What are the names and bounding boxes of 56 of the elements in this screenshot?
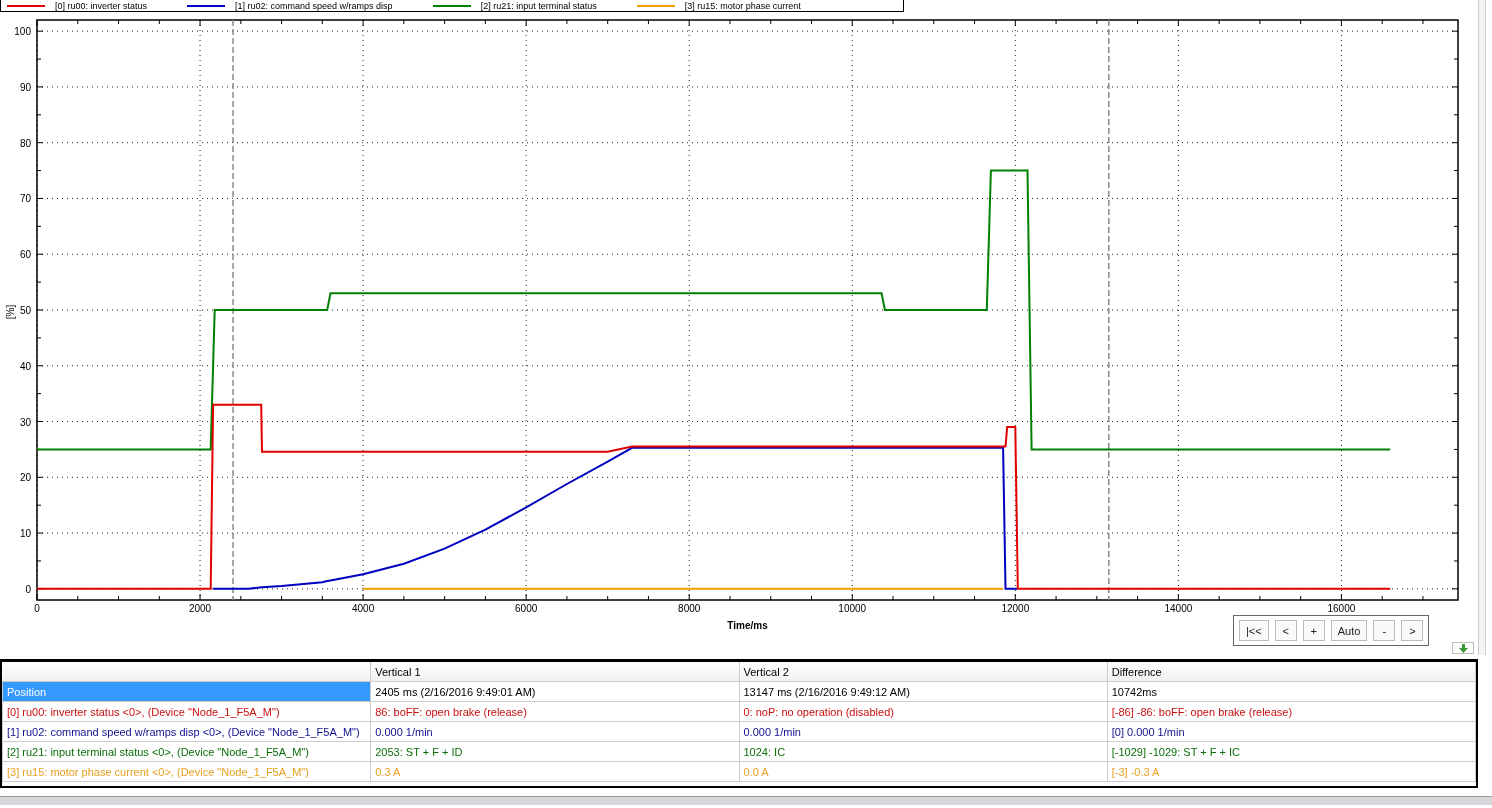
y-tick-label: 20 xyxy=(19,472,31,484)
table-cell: 0.0 A xyxy=(739,761,1108,782)
row-header[interactable]: [2] ru21: input terminal status <0>, (Device "Node_1_F5A_M") xyxy=(2,741,371,762)
x-tick-label: 0 xyxy=(34,603,40,614)
x-tick-label: 8000 xyxy=(678,603,701,614)
down-button[interactable] xyxy=(1452,642,1474,654)
down-arrow-icon xyxy=(1458,643,1468,653)
table-cell: 86: boFF: open brake (release) xyxy=(370,701,739,722)
y-tick-label: 10 xyxy=(19,528,31,540)
table-cell: [-86] -86: boFF: open brake (release) xyxy=(1107,701,1476,722)
row-header[interactable]: [0] ru00: inverter status <0>, (Device "Node_1_F5A_M") xyxy=(2,701,371,722)
legend-label: [2] ru21: input terminal status xyxy=(480,0,597,11)
y-axis-title: [%] xyxy=(5,304,16,320)
table-cell: 1024: IC xyxy=(739,741,1108,762)
table-cell: 2053: ST + F + ID xyxy=(370,741,739,762)
scrollbar[interactable] xyxy=(1478,0,1486,655)
x-axis-title: Time/ms xyxy=(727,620,768,631)
y-tick-label: 70 xyxy=(19,193,31,205)
y-tick-label: 0 xyxy=(25,583,31,595)
column-header: Vertical 1 xyxy=(370,662,739,682)
navigation-button[interactable]: Auto xyxy=(1330,620,1368,641)
row-header[interactable]: [1] ru02: command speed w/ramps disp <0>, (Device "Node_1_F5A_M") xyxy=(2,721,371,742)
table-cell: 0.000 1/min xyxy=(370,721,739,742)
navigation-button[interactable]: + xyxy=(1302,620,1325,641)
y-tick-label: 100 xyxy=(14,26,31,38)
table-cell: 2405 ms (2/16/2016 9:49:01 AM) xyxy=(370,681,739,702)
y-tick-label: 40 xyxy=(19,360,31,372)
legend-label: [3] ru15: motor phase current xyxy=(684,0,801,11)
column-header: Vertical 2 xyxy=(739,662,1108,682)
navigation-button[interactable]: < xyxy=(1274,620,1297,641)
y-tick-label: 50 xyxy=(19,305,31,316)
x-tick-label: 16000 xyxy=(1327,603,1356,614)
x-tick-label: 2000 xyxy=(188,603,212,614)
x-tick-label: 10000 xyxy=(838,603,867,614)
x-tick-label: 12000 xyxy=(1001,603,1030,614)
navigation-button[interactable]: - xyxy=(1373,620,1396,641)
navigation-button[interactable]: |<< xyxy=(1239,620,1269,641)
y-tick-label: 60 xyxy=(19,249,31,261)
column-header: Difference xyxy=(1107,662,1476,682)
table-cell: 0.000 1/min xyxy=(739,721,1108,742)
x-tick-label: 14000 xyxy=(1164,603,1193,614)
legend-label: [0] ru00: inverter status xyxy=(55,0,148,11)
y-tick-label: 80 xyxy=(19,137,31,149)
navigation-button[interactable]: > xyxy=(1401,620,1424,641)
table-cell: [-1029] -1029: ST + F + IC xyxy=(1107,741,1476,762)
x-tick-label: 4000 xyxy=(352,603,375,614)
table-cell: [0] 0.000 1/min xyxy=(1107,721,1476,742)
table-cell: 10742ms xyxy=(1107,681,1476,702)
y-tick-label: 30 xyxy=(19,416,31,428)
y-tick-label: 90 xyxy=(19,81,31,93)
table-cell: 13147 ms (2/16/2016 9:49:12 AM) xyxy=(739,681,1108,702)
table-cell: [-3] -0.3 A xyxy=(1107,761,1476,782)
table-cell: 0: noP: no operation (disabled) xyxy=(739,701,1108,722)
legend-label: [1] ru02: command speed w/ramps disp xyxy=(235,0,393,11)
table-cell: 0.3 A xyxy=(370,761,739,782)
x-tick-label: 6000 xyxy=(515,603,538,614)
